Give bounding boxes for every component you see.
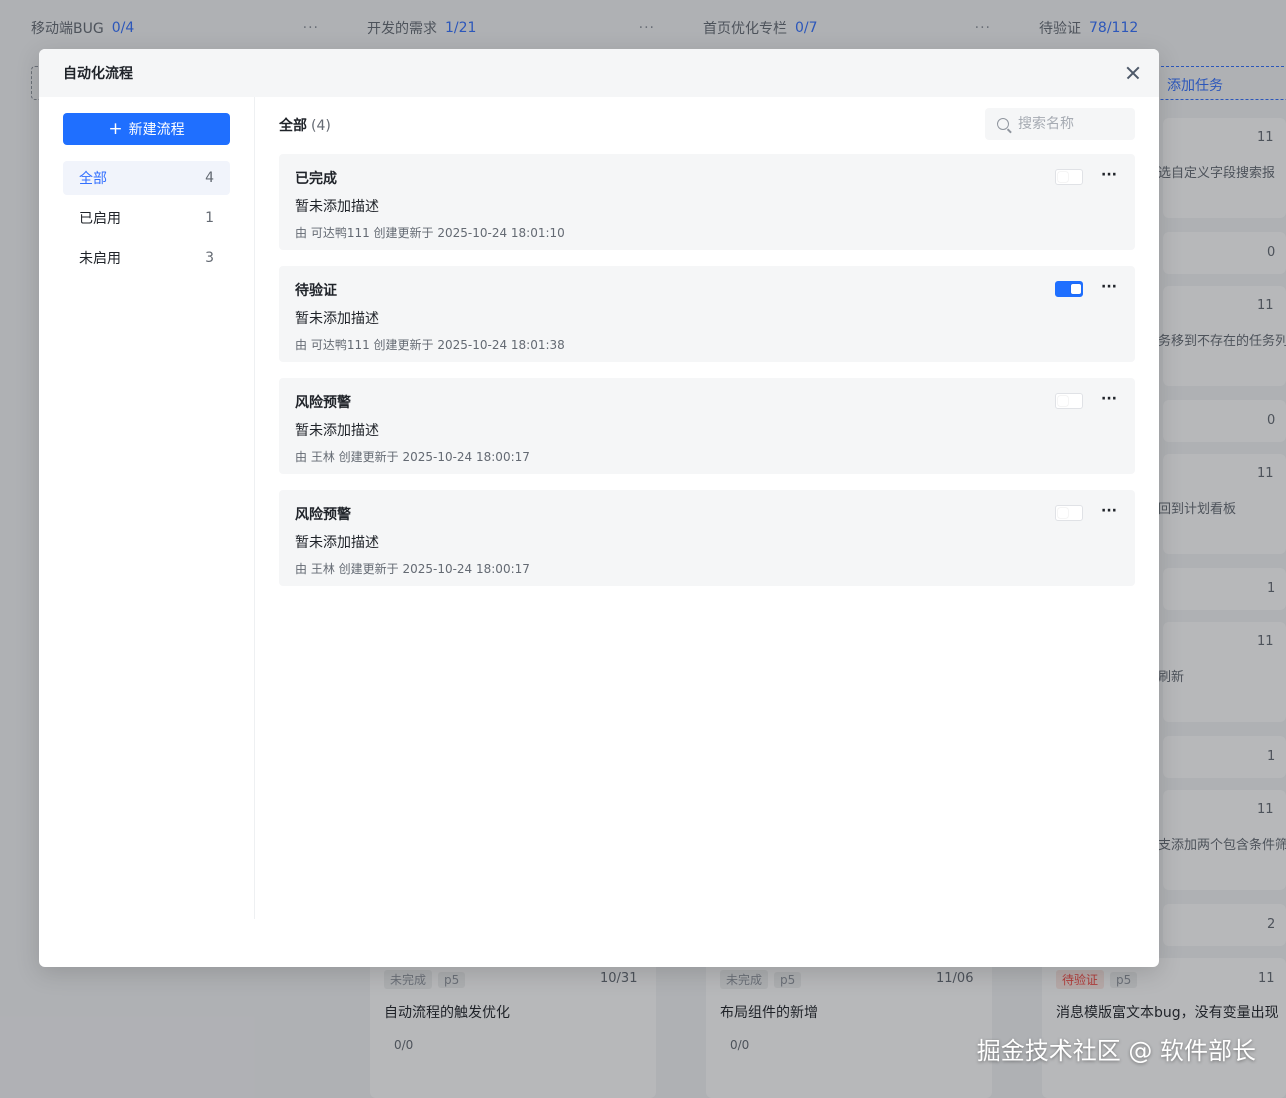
flow-meta: 由 王林 创建更新于 2025-10-24 18:00:17 <box>295 450 530 464</box>
flow-description: 暂未添加描述 <box>295 535 379 551</box>
flow-card[interactable]: 风险预警 暂未添加描述 由 王林 创建更新于 2025-10-24 18:00:… <box>279 378 1135 474</box>
filter-all[interactable]: 全部 4 <box>63 161 230 195</box>
new-flow-button[interactable]: + 新建流程 <box>63 113 230 145</box>
close-icon[interactable] <box>1121 61 1145 85</box>
more-icon[interactable]: ··· <box>1099 390 1119 410</box>
filter-label: 未启用 <box>79 251 121 267</box>
flow-description: 暂未添加描述 <box>295 199 379 215</box>
modal-title: 自动化流程 <box>63 66 133 82</box>
filter-count: 4 <box>205 170 214 186</box>
automation-flow-modal: 自动化流程 + 新建流程 全部 4 已启用 1 未启用 3 全部(4) 已完成 <box>39 49 1159 967</box>
flow-name: 已完成 <box>295 171 337 187</box>
watermark: 掘金技术社区 @ 软件部长 <box>976 1037 1256 1065</box>
flow-meta: 由 可达鸭111 创建更新于 2025-10-24 18:01:10 <box>295 226 565 240</box>
flow-enable-toggle[interactable] <box>1055 169 1083 185</box>
new-flow-label: 新建流程 <box>128 122 185 138</box>
filter-label: 已启用 <box>79 211 121 227</box>
flow-meta: 由 可达鸭111 创建更新于 2025-10-24 18:01:38 <box>295 338 565 352</box>
flow-meta: 由 王林 创建更新于 2025-10-24 18:00:17 <box>295 562 530 576</box>
search-icon <box>997 118 1009 130</box>
flow-enable-toggle[interactable] <box>1055 393 1083 409</box>
filter-count: 3 <box>205 250 214 266</box>
flow-name: 风险预警 <box>295 395 351 411</box>
list-title: 全部 <box>279 118 307 134</box>
list-heading: 全部 (4) <box>279 115 331 135</box>
flow-card[interactable]: 待验证 暂未添加描述 由 可达鸭111 创建更新于 2025-10-24 18:… <box>279 266 1135 362</box>
filter-enabled[interactable]: 已启用 1 <box>63 201 230 235</box>
more-icon[interactable]: ··· <box>1099 502 1119 522</box>
more-icon[interactable]: ··· <box>1099 166 1119 186</box>
list-count: (4) <box>311 118 331 134</box>
modal-header: 自动化流程 <box>39 49 1159 97</box>
filter-disabled[interactable]: 未启用 3 <box>63 241 230 275</box>
flow-name: 风险预警 <box>295 507 351 523</box>
flow-description: 暂未添加描述 <box>295 423 379 439</box>
flow-filter-sidebar: + 新建流程 全部 4 已启用 1 未启用 3 <box>39 97 255 919</box>
flow-card[interactable]: 风险预警 暂未添加描述 由 王林 创建更新于 2025-10-24 18:00:… <box>279 490 1135 586</box>
more-icon[interactable]: ··· <box>1099 278 1119 298</box>
flow-enable-toggle[interactable] <box>1055 281 1083 297</box>
flow-description: 暂未添加描述 <box>295 311 379 327</box>
search-box[interactable] <box>985 108 1135 140</box>
flow-enable-toggle[interactable] <box>1055 505 1083 521</box>
flow-name: 待验证 <box>295 283 337 299</box>
search-input[interactable] <box>1018 116 1118 132</box>
filter-label: 全部 <box>79 171 107 187</box>
plus-icon: + <box>108 118 123 139</box>
flow-card[interactable]: 已完成 暂未添加描述 由 可达鸭111 创建更新于 2025-10-24 18:… <box>279 154 1135 250</box>
filter-count: 1 <box>205 210 214 226</box>
